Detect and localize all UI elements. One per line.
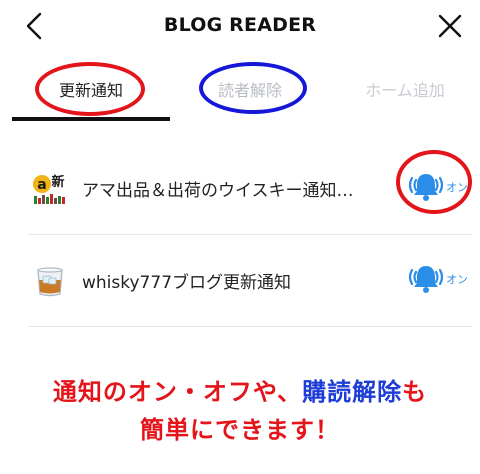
subscription-name: whisky777ブログ更新通知 xyxy=(82,273,292,293)
whisky-glass-icon xyxy=(32,262,68,298)
notification-toggle[interactable]: オン xyxy=(404,256,472,300)
notification-toggle[interactable]: オン xyxy=(404,164,472,208)
tab-add-to-home[interactable]: ホーム追加 xyxy=(330,60,480,118)
caption-text-red: 通知のオン・オフや、 xyxy=(52,378,303,406)
subscription-row[interactable]: whisky777ブログ更新通知 オン xyxy=(28,242,472,314)
active-tab-indicator xyxy=(12,117,170,121)
caption-text-red-end: も xyxy=(402,378,428,406)
page-title: BLOG READER xyxy=(163,14,317,36)
tab-unsubscribe[interactable]: 読者解除 xyxy=(170,60,330,118)
notification-state-label: オン xyxy=(446,181,468,194)
subscription-name: アマ出品＆出荷のウイスキー通知… xyxy=(82,181,354,201)
caption-text-blue: 購読解除 xyxy=(302,378,403,406)
close-icon xyxy=(438,14,462,38)
svg-text:a: a xyxy=(37,177,46,193)
subscription-row[interactable]: a 新 アマ出品＆出荷のウイスキー通知… オン xyxy=(28,150,472,222)
app-header: BLOG READER xyxy=(0,0,480,52)
tab-update-notification[interactable]: 更新通知 xyxy=(12,60,170,118)
notification-state-label: オン xyxy=(446,273,468,286)
tab-bar: 更新通知 読者解除 ホーム追加 xyxy=(0,60,480,122)
bell-ringing-icon xyxy=(408,266,444,293)
row-divider xyxy=(28,234,472,235)
caption-line-1: 通知のオン・オフや、購読解除も xyxy=(0,372,480,407)
svg-text:新: 新 xyxy=(51,174,64,190)
caption-line-2: 簡単にできます！ xyxy=(140,416,340,444)
row-divider xyxy=(28,326,472,327)
close-button[interactable] xyxy=(432,8,468,44)
amazon-new-whisky-icon: a 新 xyxy=(32,170,68,206)
bell-ringing-icon xyxy=(408,174,444,201)
